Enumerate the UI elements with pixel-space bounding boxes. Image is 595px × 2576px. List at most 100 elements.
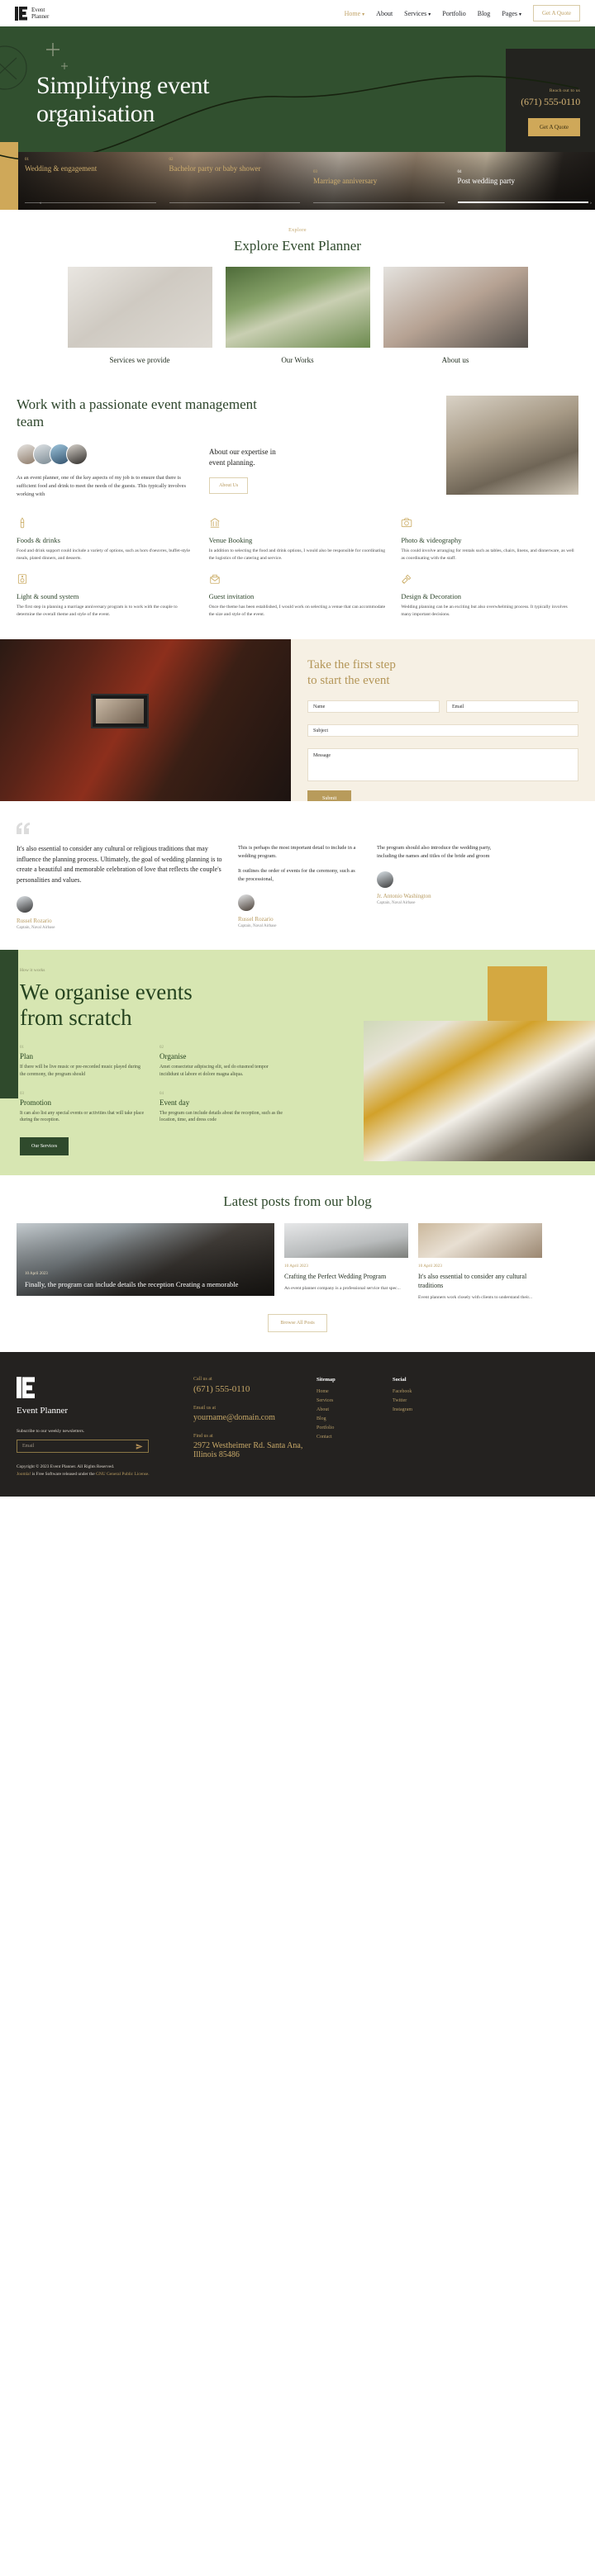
testimonial-3: The program should also introduce the we… [377, 844, 501, 930]
testimonial-role: Captain, Naval Airbase [238, 924, 277, 929]
service-card-guest-invitation[interactable]: Guest invitation Once the theme has been… [209, 573, 387, 618]
service-card-light-sound[interactable]: Light & sound system The first step in p… [17, 573, 194, 618]
blog-title: Latest posts from our blog [223, 1193, 372, 1209]
contact-row-subject: Subject [307, 724, 578, 738]
joomla-link[interactable]: Joomla! [17, 1472, 31, 1477]
hero-category-4[interactable]: 04 Post wedding party [451, 152, 595, 210]
footer-contact-column: Call us at (671) 555-0110 Email us at yo… [193, 1377, 305, 1478]
nav-item-about[interactable]: About [376, 10, 393, 17]
blog-thumbnail [284, 1222, 408, 1258]
testimonials-section: It's also essential to consider any cult… [0, 801, 595, 951]
call-value[interactable]: (671) 555-0110 [193, 1384, 305, 1394]
contact-section: Take the first step to start the event N… [0, 639, 595, 808]
logo-line-1: Event [31, 7, 45, 13]
organise-gold-block [488, 966, 547, 1022]
explore-card-caption: Our Works [281, 356, 314, 364]
send-icon[interactable] [136, 1443, 143, 1450]
social-heading: Social [393, 1377, 407, 1383]
nav-item-portfolio[interactable]: Portfolio [442, 10, 465, 17]
organise-step-event-day: 04 Event day The program can include det… [159, 1092, 284, 1124]
hero-category-2[interactable]: 02 Bachelor party or baby shower [163, 152, 307, 210]
testimonial-name: Jr. Antonio Washington [377, 893, 431, 900]
nav-item-services[interactable]: Services ▾ [404, 10, 431, 17]
explore-card-caption: About us [441, 356, 469, 364]
subject-input[interactable]: Subject [307, 724, 578, 738]
service-text: The first step in planning a marriage an… [17, 605, 178, 617]
service-card-venue-booking[interactable]: Venue Booking In addition to selecting t… [209, 517, 387, 562]
social-link-twitter[interactable]: Twitter [393, 1398, 457, 1403]
service-title: Photo & videography [401, 536, 462, 544]
testimonial-role: Captain, Naval Airbase [17, 926, 55, 931]
nav-item-pages[interactable]: Pages ▾ [502, 10, 521, 17]
explore-card-caption: Services we provide [109, 356, 170, 364]
testimonials-grid: It's also essential to consider any cult… [17, 844, 578, 930]
email-value[interactable]: yourname@domain.com [193, 1413, 305, 1422]
header-get-a-quote-button[interactable]: Get A Quote [533, 5, 580, 21]
site-footer: Event Planner Subscribe to our weekly ne… [0, 1352, 595, 1497]
our-services-button[interactable]: Our Services [20, 1136, 69, 1155]
footer-address-block: Find us at 2972 Westheimer Rd. Santa Ana… [193, 1434, 305, 1459]
service-card-design-decoration[interactable]: Design & Decoration Wedding planning can… [401, 573, 578, 618]
carousel-prev-arrow-icon[interactable]: ‹ [40, 201, 41, 206]
organise-step-promotion: 03 Promotion It can also list any specia… [20, 1092, 145, 1124]
name-input[interactable]: Name [307, 700, 440, 714]
service-card-foods-drinks[interactable]: Foods & drinks Food and drink support co… [17, 517, 194, 562]
newsletter-email-input[interactable]: Email [17, 1440, 149, 1454]
contact-camera-photo [0, 639, 291, 802]
footer-email-block: Email us at yourname@domain.com [193, 1406, 305, 1422]
hero-title-line-1: Simplifying event [36, 72, 210, 99]
light-sound-icon [17, 574, 27, 584]
browse-all-posts-button[interactable]: Browse All Posts [268, 1314, 327, 1333]
carousel-next-arrow-icon[interactable]: › [590, 201, 592, 206]
message-textarea[interactable]: Message [307, 748, 578, 782]
explore-card-services[interactable]: Services we provide [67, 267, 212, 364]
logo-line-2: Planner [31, 13, 50, 20]
sitemap-link-blog[interactable]: Blog [317, 1416, 381, 1421]
blog-post-1[interactable]: 10 April 2023 Crafting the Perfect Weddi… [284, 1222, 408, 1302]
explore-card-about[interactable]: About us [383, 267, 528, 364]
step-title: Organise [159, 1052, 187, 1061]
nav-item-blog[interactable]: Blog [478, 10, 491, 17]
sitemap-link-services[interactable]: Services [317, 1398, 381, 1403]
testimonial-name: Russel Rozario [17, 918, 52, 925]
site-logo[interactable]: Event Planner [15, 6, 50, 21]
about-us-button[interactable]: About Us [209, 477, 249, 494]
blog-featured-post[interactable]: 10 April 2023 Finally, the program can i… [17, 1222, 274, 1296]
testimonial-quote: It's also essential to consider any cult… [17, 845, 222, 884]
sitemap-link-about[interactable]: About [317, 1407, 381, 1412]
social-link-facebook[interactable]: Facebook [393, 1389, 457, 1394]
sitemap-link-portfolio[interactable]: Portfolio [317, 1426, 381, 1430]
hero-title: Simplifying event organisation [36, 72, 209, 128]
team-avatar-group [17, 444, 194, 465]
testimonial-name: Russel Rozario [238, 916, 274, 923]
hero-category-3[interactable]: 03 Marriage anniversary [307, 152, 451, 210]
footer-brand-column: Event Planner Subscribe to our weekly ne… [17, 1377, 182, 1478]
social-link-instagram[interactable]: Instagram [393, 1407, 457, 1412]
category-number: 02 [169, 158, 174, 162]
passionate-subheading: About our expertise in event planning. [209, 448, 276, 467]
step-number: 01 [20, 1046, 24, 1051]
nav-item-home[interactable]: Home ▾ [345, 10, 365, 17]
featured-date: 10 April 2023 [25, 1271, 48, 1276]
license-link[interactable]: GNU General Public License. [96, 1472, 150, 1477]
step-number: 04 [159, 1091, 164, 1096]
hero-phone-number[interactable]: (671) 555-0110 [521, 96, 580, 108]
passionate-team-section: Work with a passionate event management … [0, 386, 595, 499]
hero-get-a-quote-button[interactable]: Get A Quote [528, 118, 580, 136]
decoration-icon [402, 574, 412, 585]
organise-step-organise: 02 Organise Amet consectetur adipiscing … [159, 1046, 284, 1078]
blog-post-date: 10 April 2023 [418, 1263, 442, 1269]
hero-reach-label: Reach out to us [549, 88, 580, 93]
sitemap-link-home[interactable]: Home [317, 1389, 381, 1394]
sitemap-link-contact[interactable]: Contact [317, 1435, 381, 1440]
chevron-down-icon: ▾ [518, 12, 521, 17]
explore-card-works[interactable]: Our Works [225, 267, 370, 364]
service-card-photo-videography[interactable]: Photo & videography This could involve a… [401, 517, 578, 562]
explore-title: Explore Event Planner [234, 238, 361, 254]
find-label: Find us at [193, 1434, 213, 1440]
blog-post-2[interactable]: 10 April 2023 It's also essential to con… [418, 1222, 542, 1302]
service-text: This could involve arranging for rentals… [401, 548, 574, 561]
email-input[interactable]: Email [446, 700, 578, 714]
footer-sitemap-column: Sitemap Home Services About Blog Portfol… [317, 1377, 381, 1478]
footer-copyright: Copyright © 2023 Event Planner. All Righ… [17, 1464, 182, 1478]
